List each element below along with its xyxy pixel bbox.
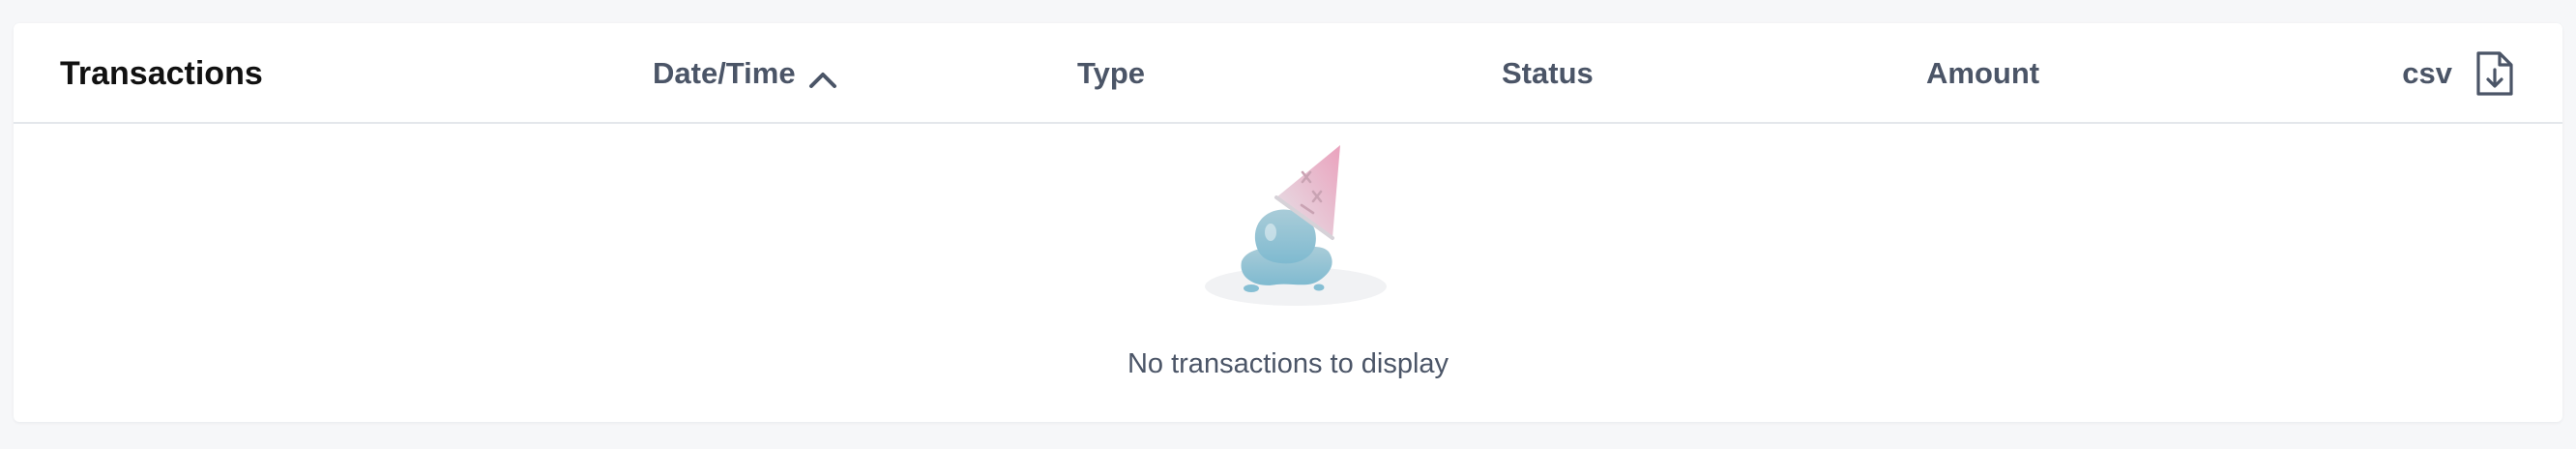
csv-label: csv bbox=[2402, 56, 2452, 90]
file-download-icon[interactable] bbox=[2474, 49, 2516, 98]
melted-ice-cream-icon bbox=[1199, 143, 1392, 308]
page-title: Transactions bbox=[60, 54, 263, 92]
column-header-status[interactable]: Status bbox=[1502, 23, 1594, 124]
column-header-amount[interactable]: Amount bbox=[1926, 23, 2039, 124]
chevron-up-icon[interactable] bbox=[807, 64, 838, 88]
empty-state-message: No transactions to display bbox=[1127, 348, 1449, 379]
column-header-type[interactable]: Type bbox=[1077, 23, 1145, 124]
column-label-type: Type bbox=[1077, 56, 1146, 90]
csv-export: csv bbox=[2402, 23, 2516, 124]
empty-state: No transactions to display bbox=[14, 124, 2562, 422]
transactions-card: Transactions Date/Time Type Status Amoun… bbox=[14, 23, 2562, 422]
table-header: Transactions Date/Time Type Status Amoun… bbox=[14, 23, 2562, 124]
column-header-date-time[interactable]: Date/Time bbox=[653, 23, 838, 124]
column-label-status: Status bbox=[1502, 56, 1594, 90]
column-label-date-time: Date/Time bbox=[653, 56, 796, 90]
column-label-amount: Amount bbox=[1926, 56, 2040, 90]
